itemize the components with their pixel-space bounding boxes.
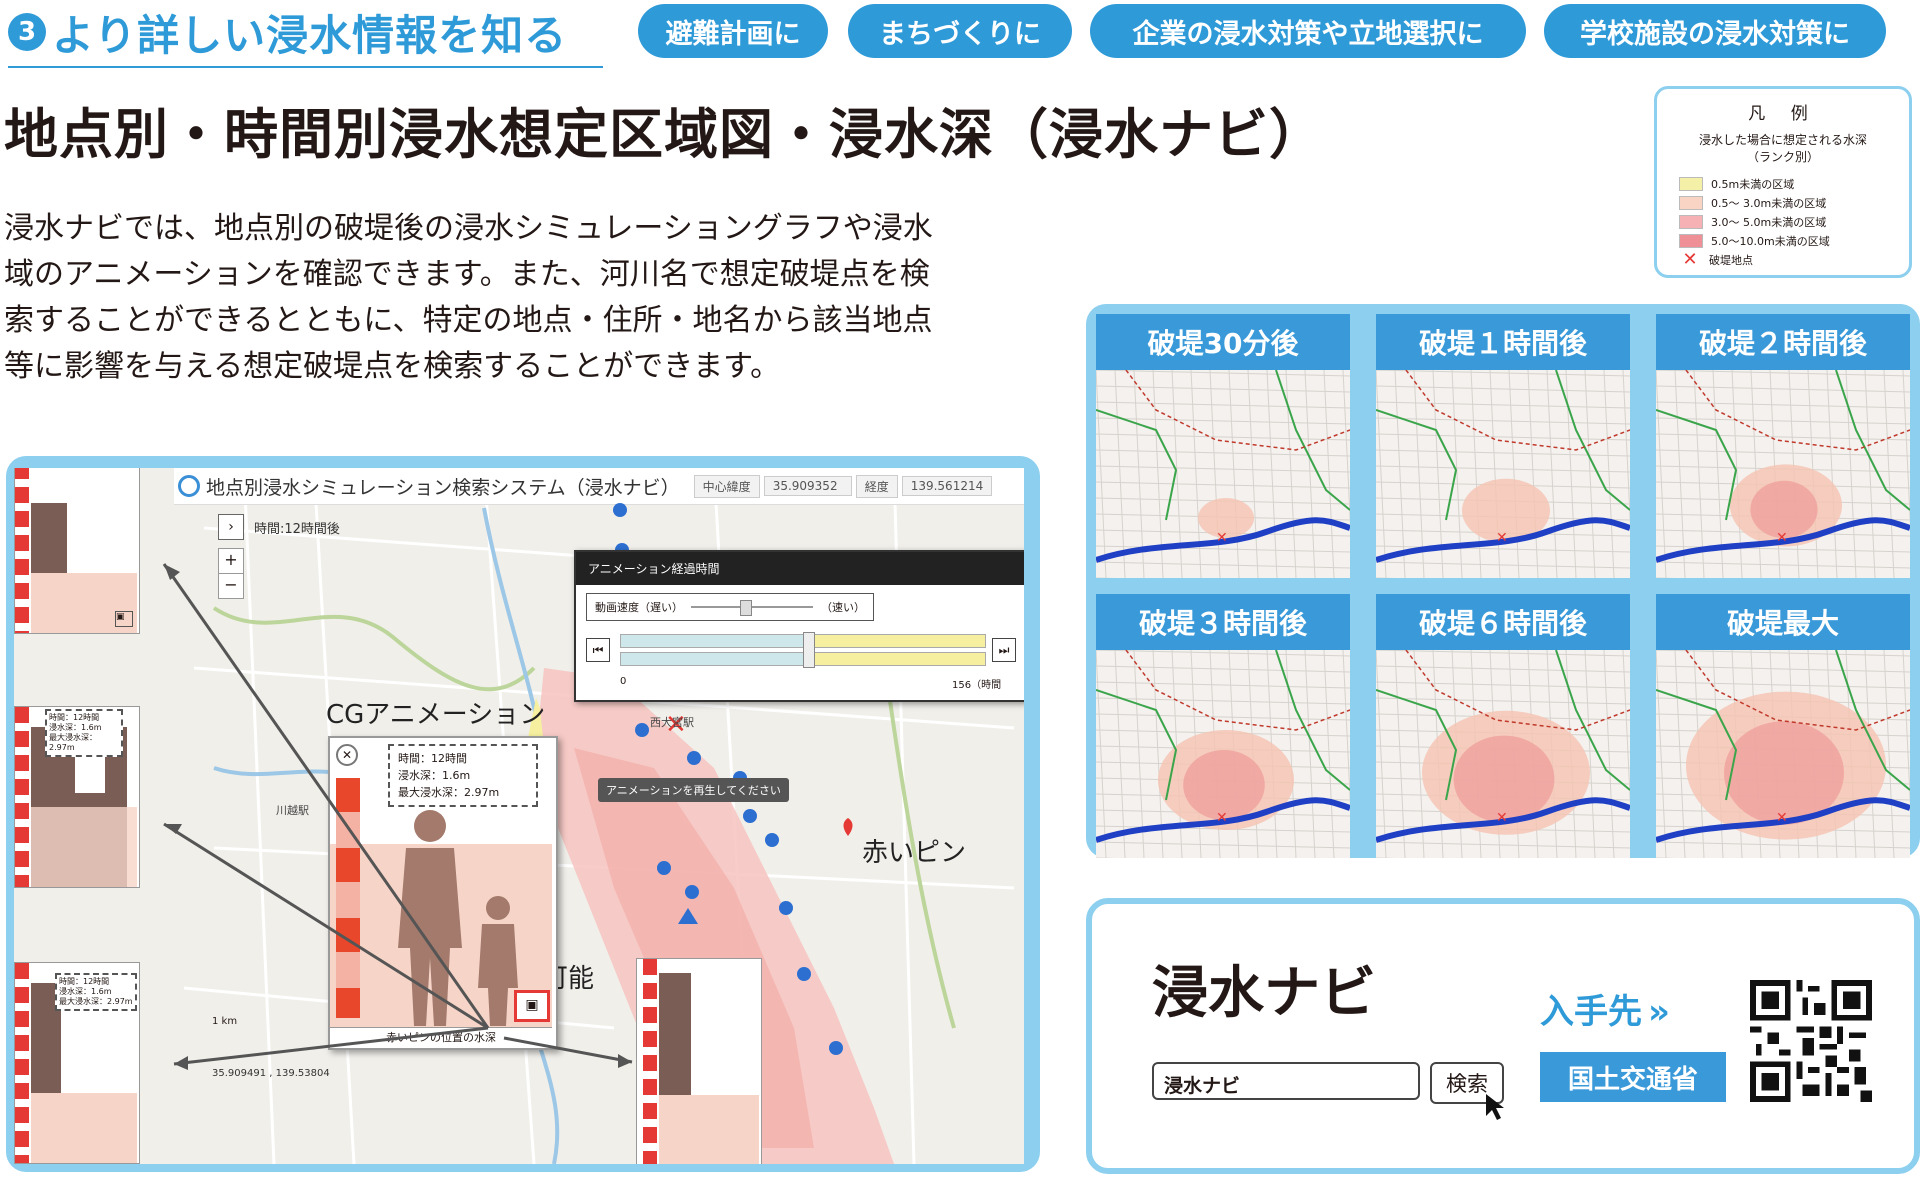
map-tile: 破堤３時間後 ✕ [1096,594,1350,858]
legend-swatch [1679,214,1703,229]
section-number: 3 [8,13,46,51]
map-tile-label: 破堤３時間後 [1096,594,1350,650]
legend-item-label: 5.0～10.0m未満の区域 [1711,234,1830,248]
qr-code-icon [1750,980,1872,1102]
section-title: より詳しい浸水情報を知る [52,10,568,60]
map-tile: 破堤１時間後 ✕ [1376,314,1630,578]
map-tile-label: 破堤最大 [1656,594,1910,650]
get-label-text: 入手先 [1540,992,1642,1032]
tag-school: 学校施設の浸水対策に [1544,4,1886,58]
legend-item-label: 0.5～ 3.0m未満の区域 [1711,196,1827,210]
legend-title: 凡 例 [1748,104,1818,124]
map-tile-label: 破堤１時間後 [1376,314,1630,370]
legend-swatch [1679,195,1703,210]
legend-subtitle-line: （ランク別） [1746,150,1819,164]
pointer-arrows [162,563,633,1070]
flood-map: ✕ [1656,650,1910,858]
legend-item: 3.0～ 5.0m未満の区域 [1679,212,1909,231]
legend-subtitle-line: 浸水した場合に想定される水深 [1698,133,1867,147]
legend-swatch [1679,176,1703,191]
search-input[interactable]: 浸水ナビ [1152,1062,1420,1100]
map-tile: 破堤６時間後 ✕ [1376,594,1630,858]
flood-map: ✕ [1376,370,1630,578]
flood-progress-panel: 破堤30分後 ✕ 破堤１時間後 ✕ 破堤２時間後 ✕ 破堤３時間後 ✕ 破堤６時間後 ✕ 破堤最大 ✕ [1086,304,1920,858]
map-tile: 破堤２時間後 ✕ [1656,314,1910,578]
legend-item: 5.0～10.0m未満の区域 [1679,231,1909,250]
description-line: 浸水ナビでは、地点別の破堤後の浸水シミュレーショングラフや浸水 [4,211,933,246]
map-tile: 破堤30分後 ✕ [1096,314,1350,578]
tag-evacuation: 避難計画に [638,4,828,58]
legend-item-label: 3.0～ 5.0m未満の区域 [1711,215,1827,229]
section-heading: 3 より詳しい浸水情報を知る [8,2,567,62]
svg-text:✕: ✕ [1216,530,1228,546]
legend-breach-label: 破堤地点 [1709,253,1753,267]
svg-text:✕: ✕ [1776,530,1788,546]
map-tile-label: 破堤２時間後 [1656,314,1910,370]
tag-business: 企業の浸水対策や立地選択に [1090,4,1526,58]
legend-breach: ✕ 破堤地点 [1679,249,1909,270]
get-label: 入手先» [1540,984,1670,1033]
description: 浸水ナビでは、地点別の破堤後の浸水シミュレーショングラフや浸水 域のアニメーショ… [4,206,1044,390]
navi-title: 浸水ナビ [1152,961,1376,1026]
svg-text:✕: ✕ [1216,810,1228,826]
legend-subtitle: 浸水した場合に想定される水深 （ランク別） [1657,132,1909,166]
map-tile: 破堤最大 ✕ [1656,594,1910,858]
legend-item-label: 0.5m未満の区域 [1711,177,1795,191]
svg-text:✕: ✕ [1496,530,1508,546]
svg-text:✕: ✕ [1496,810,1508,826]
legend-swatch [1679,233,1703,248]
flood-map: ✕ [1096,650,1350,858]
page-title: 地点別・時間別浸水想定区域図・浸水深（浸水ナビ） [4,103,1324,166]
legend-item: 0.5～ 3.0m未満の区域 [1679,193,1909,212]
description-line: 域のアニメーションを確認できます。また、河川名で想定破堤点を検 [4,257,930,292]
description-line: 索することができるとともに、特定の地点・住所・地名から該当地点 [4,303,933,338]
flood-map: ✕ [1376,650,1630,858]
svg-text:✕: ✕ [1776,810,1788,826]
screenshot: 地点別浸水シミュレーション検索システム（浸水ナビ） 中心緯度 35.909352… [14,468,1024,1164]
section-underline [8,66,603,68]
chevron-right-icon: » [1648,992,1670,1032]
legend: 凡 例 浸水した場合に想定される水深 （ランク別） 0.5m未満の区域 0.5～ … [1654,86,1912,278]
description-line: 等に影響を与える想定破堤点を検索することができます。 [4,349,781,384]
legend-items: 0.5m未満の区域 0.5～ 3.0m未満の区域 3.0～ 5.0m未満の区域 5.0… [1657,174,1909,250]
breach-cross-icon: ✕ [1682,249,1698,270]
flood-map: ✕ [1656,370,1910,578]
map-tile-label: 破堤６時間後 [1376,594,1630,650]
cursor-icon [1486,1094,1504,1120]
legend-item: 0.5m未満の区域 [1679,174,1909,193]
tag-town-planning: まちづくりに [848,4,1072,58]
map-tile-label: 破堤30分後 [1096,314,1350,370]
provider-badge[interactable]: 国土交通省 [1540,1052,1726,1102]
flood-map: ✕ [1096,370,1350,578]
